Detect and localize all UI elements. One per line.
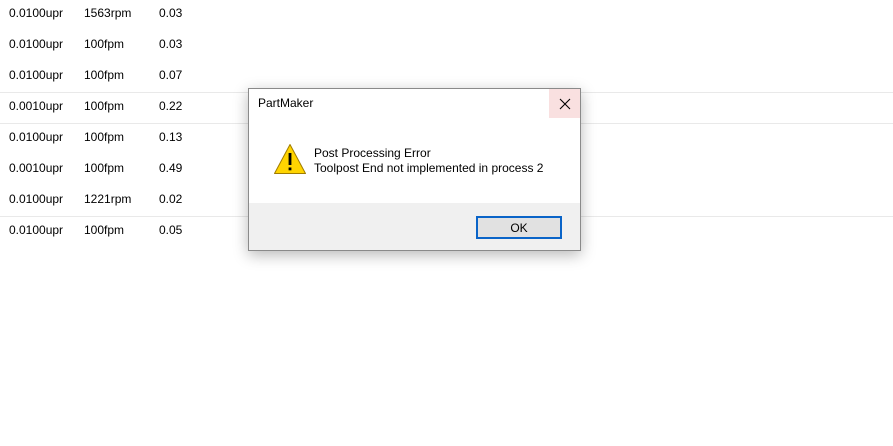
dialog-titlebar[interactable]: PartMaker	[249, 89, 580, 119]
warning-icon	[274, 144, 306, 174]
message-heading: Post Processing Error	[314, 146, 431, 160]
feed-cell: 0.0100upr	[9, 6, 64, 20]
time-cell: 0.49	[159, 161, 183, 175]
dialog-title: PartMaker	[258, 96, 314, 110]
time-cell: 0.03	[159, 6, 183, 20]
feed-cell: 0.0100upr	[9, 37, 64, 51]
close-icon	[559, 98, 570, 109]
close-button[interactable]	[549, 89, 580, 118]
speed-cell: 100fpm	[84, 161, 125, 175]
time-cell: 0.22	[159, 99, 183, 113]
feed-cell: 0.0100upr	[9, 192, 64, 206]
feed-cell: 0.0100upr	[9, 223, 64, 237]
dialog-message: Post Processing Error Toolpost End not i…	[314, 146, 543, 176]
time-cell: 0.02	[159, 192, 183, 206]
speed-cell: 100fpm	[84, 37, 125, 51]
time-cell: 0.05	[159, 223, 183, 237]
speed-cell: 100fpm	[84, 130, 125, 144]
time-cell: 0.03	[159, 37, 183, 51]
speed-cell: 1563rpm	[84, 6, 132, 20]
feed-cell: 0.0010upr	[9, 99, 64, 113]
speed-cell: 1221rpm	[84, 192, 132, 206]
time-cell: 0.07	[159, 68, 183, 82]
dialog-content: Post Processing Error Toolpost End not i…	[249, 119, 580, 203]
error-dialog: PartMaker Post Processing Error Toolpost…	[248, 88, 581, 251]
speed-cell: 100fpm	[84, 223, 125, 237]
speed-cell: 100fpm	[84, 68, 125, 82]
feed-cell: 0.0100upr	[9, 68, 64, 82]
ok-button[interactable]: OK	[476, 216, 562, 239]
message-detail: Toolpost End not implemented in process …	[314, 161, 544, 175]
ok-button-label: OK	[510, 220, 528, 235]
speed-cell: 100fpm	[84, 99, 125, 113]
table-row: 0.0100upr 1563rpm 0.03	[0, 0, 893, 31]
dialog-footer: OK	[249, 203, 580, 250]
feed-cell: 0.0100upr	[9, 130, 64, 144]
time-cell: 0.13	[159, 130, 183, 144]
table-row: 0.0100upr 100fpm 0.03	[0, 31, 893, 62]
feed-cell: 0.0010upr	[9, 161, 64, 175]
